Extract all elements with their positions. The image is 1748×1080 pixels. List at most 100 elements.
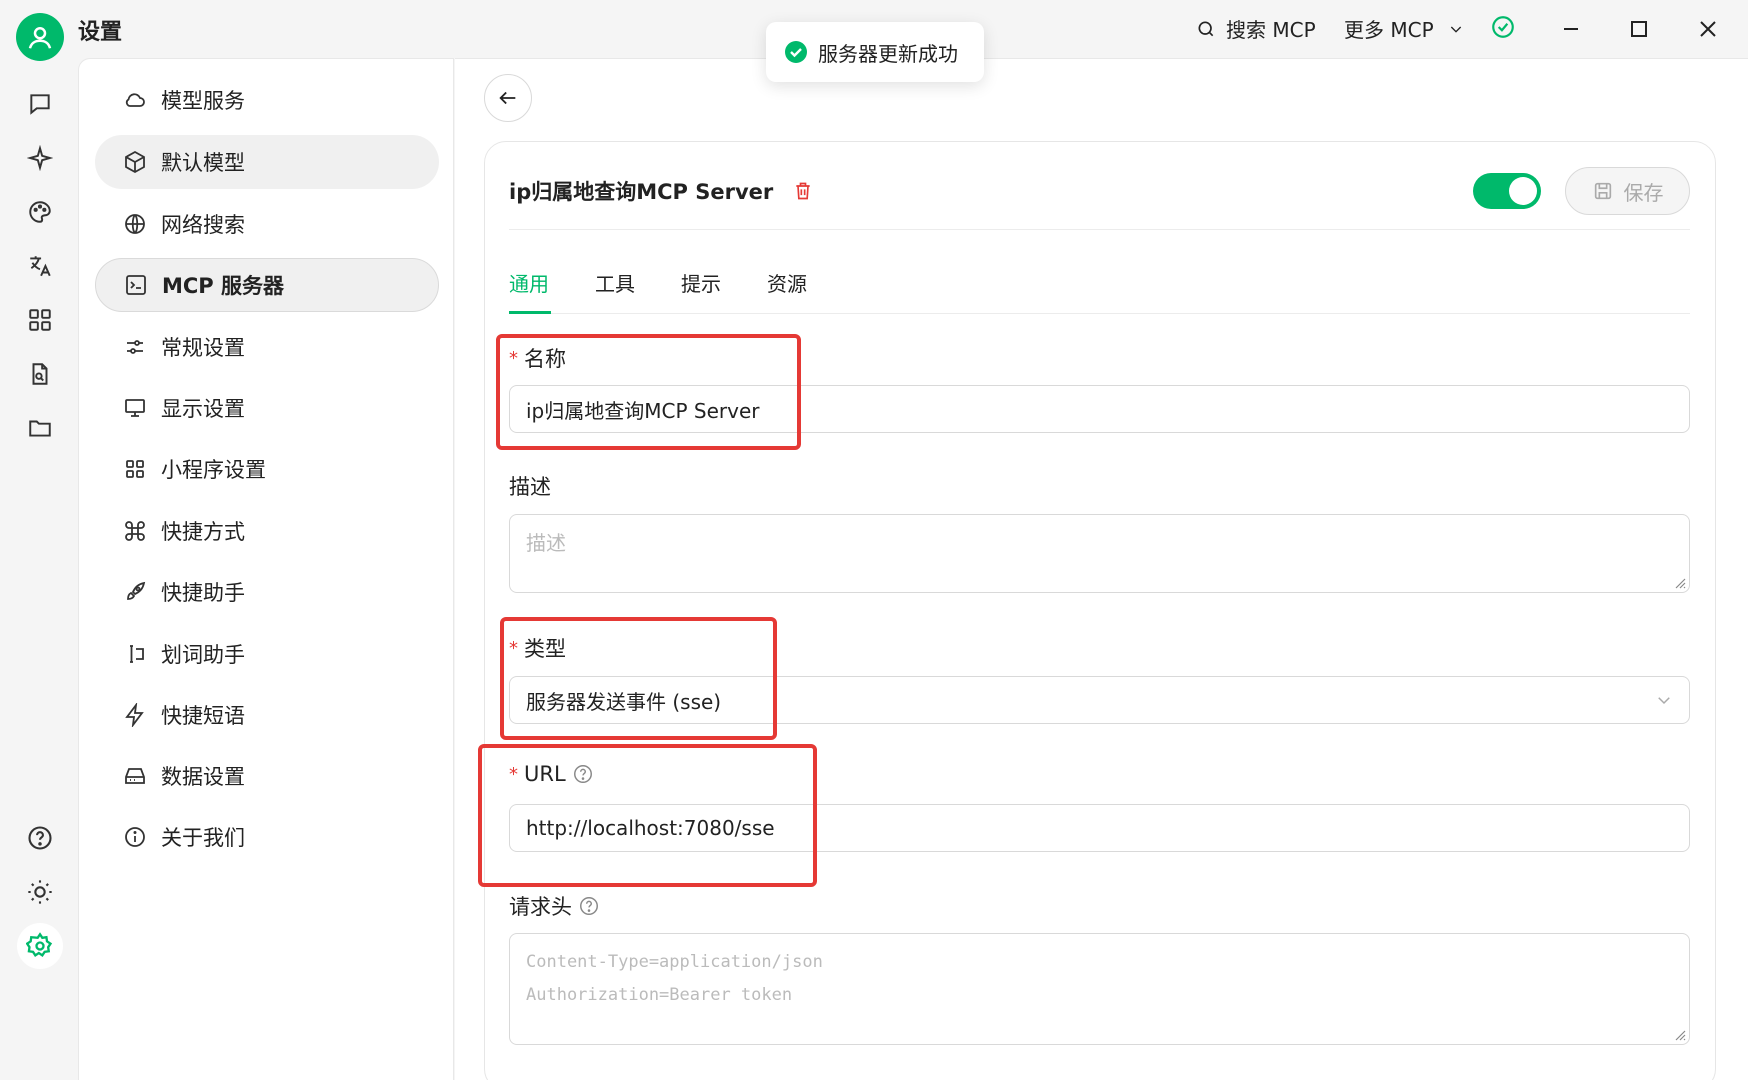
globe-icon xyxy=(125,214,145,234)
menu-item-quick-assistant[interactable]: 快捷助手 xyxy=(95,565,439,619)
menu-item-about[interactable]: 关于我们 xyxy=(95,810,439,864)
headers-placeholder-line-1: Content-Type=application/json xyxy=(526,952,823,972)
minimize-icon xyxy=(1564,28,1578,30)
arrow-left-icon xyxy=(499,91,516,105)
info-icon xyxy=(125,827,145,847)
menu-item-quick-phrases[interactable]: 快捷短语 xyxy=(95,688,439,742)
delete-icon[interactable] xyxy=(793,180,813,202)
status-check-icon[interactable] xyxy=(1490,14,1516,40)
toast-message: 服务器更新成功 xyxy=(818,41,958,66)
chevron-down-icon xyxy=(1450,26,1461,33)
server-enabled-toggle[interactable] xyxy=(1473,173,1541,209)
resize-handle-icon[interactable] xyxy=(1674,1029,1686,1041)
menu-item-model-service[interactable]: 模型服务 xyxy=(95,73,439,127)
maximize-icon xyxy=(1631,21,1647,37)
chevron-down-icon xyxy=(1658,697,1670,705)
menu-item-label: MCP 服务器 xyxy=(162,274,285,298)
hard-drive-icon xyxy=(125,768,145,784)
tab-resources[interactable]: 资源 xyxy=(767,268,807,297)
name-input[interactable]: ip归属地查询MCP Server xyxy=(509,385,1690,433)
folder-icon[interactable] xyxy=(24,412,56,444)
divider xyxy=(509,229,1690,230)
grid-icon xyxy=(126,460,144,478)
tabs-divider xyxy=(509,313,1690,314)
headers-textarea[interactable]: Content-Type=application/json Authorizat… xyxy=(509,933,1690,1045)
save-icon xyxy=(1594,182,1611,200)
help-icon[interactable] xyxy=(24,822,56,854)
server-title-row: ip归属地查询MCP Server xyxy=(509,176,813,206)
settings-icon[interactable] xyxy=(17,923,63,969)
tab-prompts[interactable]: 提示 xyxy=(681,268,721,297)
settings-menu: 模型服务 默认模型 网络搜索 MCP 服务器 常规设置 显示设置 小程序设置 快… xyxy=(78,58,454,1080)
menu-item-label: 关于我们 xyxy=(161,826,245,850)
desc-label: 描述 xyxy=(509,475,551,499)
menu-item-shortcuts[interactable]: 快捷方式 xyxy=(95,504,439,558)
more-mcp-label: 更多 MCP xyxy=(1344,18,1434,42)
url-label-row: * URL xyxy=(509,762,594,786)
help-icon[interactable] xyxy=(572,763,594,785)
active-tab-indicator xyxy=(509,311,551,314)
chat-icon[interactable] xyxy=(24,88,56,120)
save-button[interactable]: 保存 xyxy=(1565,167,1690,215)
type-label-row: * 类型 xyxy=(509,633,566,663)
desc-textarea[interactable]: 描述 xyxy=(509,514,1690,593)
headers-label: 请求头 xyxy=(509,895,572,919)
menu-item-label: 数据设置 xyxy=(161,765,245,789)
sliders-icon xyxy=(127,340,143,354)
avatar[interactable] xyxy=(16,13,64,61)
required-marker: * xyxy=(509,763,518,785)
minimize-button[interactable] xyxy=(1556,14,1586,44)
menu-item-label: 显示设置 xyxy=(161,397,245,421)
headers-label-row: 请求头 xyxy=(509,891,600,921)
search-mcp-button[interactable]: 搜索 MCP xyxy=(1196,14,1316,43)
menu-item-label: 网络搜索 xyxy=(161,213,245,237)
url-value: http://localhost:7080/sse xyxy=(526,816,775,840)
cube-icon xyxy=(125,150,145,174)
theme-icon[interactable] xyxy=(24,876,56,908)
desc-label-row: 描述 xyxy=(509,471,551,501)
terminal-icon xyxy=(126,275,146,295)
menu-item-label: 快捷方式 xyxy=(161,520,245,544)
help-icon[interactable] xyxy=(578,895,600,917)
rocket-icon xyxy=(127,581,146,600)
maximize-button[interactable] xyxy=(1624,14,1654,44)
tab-general[interactable]: 通用 xyxy=(509,268,549,297)
menu-item-label: 默认模型 xyxy=(161,151,245,175)
menu-item-web-search[interactable]: 网络搜索 xyxy=(95,197,439,251)
menu-item-general-settings[interactable]: 常规设置 xyxy=(95,320,439,374)
close-button[interactable] xyxy=(1693,14,1723,44)
monitor-icon xyxy=(125,399,145,417)
icon-rail xyxy=(0,62,78,1080)
text-cursor-icon xyxy=(130,645,144,663)
menu-item-display-settings[interactable]: 显示设置 xyxy=(95,381,439,435)
sparkle-icon[interactable] xyxy=(24,142,56,174)
zap-icon xyxy=(125,703,144,727)
resize-handle-icon[interactable] xyxy=(1674,577,1686,589)
menu-item-default-model[interactable]: 默认模型 xyxy=(95,135,439,189)
apps-icon[interactable] xyxy=(24,304,56,336)
translate-icon[interactable] xyxy=(24,250,56,282)
required-marker: * xyxy=(509,637,518,659)
url-input[interactable]: http://localhost:7080/sse xyxy=(509,804,1690,852)
file-search-icon[interactable] xyxy=(24,358,56,390)
back-button[interactable] xyxy=(484,74,532,122)
menu-item-label: 划词助手 xyxy=(161,643,245,667)
menu-item-miniapp-settings[interactable]: 小程序设置 xyxy=(95,442,439,496)
menu-item-selection-assistant[interactable]: 划词助手 xyxy=(95,627,439,681)
more-mcp-dropdown[interactable]: 更多 MCP xyxy=(1344,14,1464,43)
tab-tools[interactable]: 工具 xyxy=(595,268,635,297)
menu-item-mcp-servers[interactable]: MCP 服务器 xyxy=(95,258,439,312)
command-icon xyxy=(125,521,145,541)
success-toast: 服务器更新成功 xyxy=(766,22,984,82)
type-value: 服务器发送事件 (sse) xyxy=(526,689,722,714)
tab-bar: 通用 工具 提示 资源 xyxy=(509,268,807,297)
menu-item-label: 小程序设置 xyxy=(161,458,266,482)
menu-item-data-settings[interactable]: 数据设置 xyxy=(95,749,439,803)
name-label: 名称 xyxy=(524,347,566,371)
search-mcp-label: 搜索 MCP xyxy=(1226,18,1316,42)
required-marker: * xyxy=(509,347,518,369)
palette-icon[interactable] xyxy=(24,196,56,228)
desc-placeholder: 描述 xyxy=(526,531,566,555)
type-select[interactable]: 服务器发送事件 (sse) xyxy=(509,676,1690,724)
user-icon xyxy=(28,27,52,49)
